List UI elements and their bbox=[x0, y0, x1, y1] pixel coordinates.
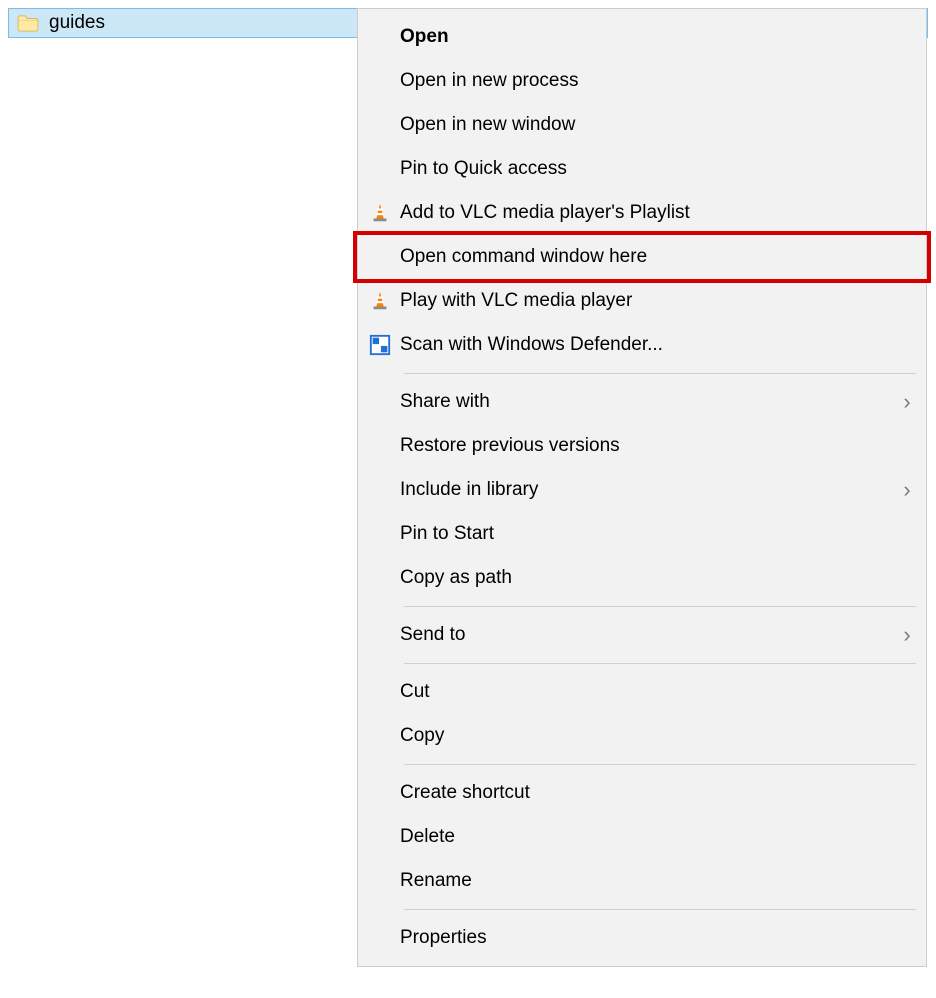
menu-item-label: Rename bbox=[400, 859, 894, 903]
menu-item-label: Open bbox=[400, 15, 894, 59]
menu-item-label: Copy as path bbox=[400, 556, 894, 600]
menu-item-create-shortcut[interactable]: Create shortcut bbox=[360, 771, 924, 815]
context-menu: OpenOpen in new processOpen in new windo… bbox=[357, 8, 927, 967]
menu-item-label: Add to VLC media player's Playlist bbox=[400, 191, 894, 235]
menu-item-pin-to-start[interactable]: Pin to Start bbox=[360, 512, 924, 556]
menu-item-properties[interactable]: Properties bbox=[360, 916, 924, 960]
menu-item-label: Pin to Start bbox=[400, 512, 894, 556]
menu-item-delete[interactable]: Delete bbox=[360, 815, 924, 859]
menu-item-label: Create shortcut bbox=[400, 771, 894, 815]
menu-item-copy-as-path[interactable]: Copy as path bbox=[360, 556, 924, 600]
menu-item-label: Open command window here bbox=[400, 235, 894, 279]
menu-item-open-in-new-window[interactable]: Open in new window bbox=[360, 103, 924, 147]
menu-item-label: Share with bbox=[400, 380, 894, 424]
menu-item-scan-with-windows-defender[interactable]: Scan with Windows Defender... bbox=[360, 323, 924, 367]
menu-item-label: Pin to Quick access bbox=[400, 147, 894, 191]
vlc-icon bbox=[360, 290, 400, 312]
menu-item-label: Open in new process bbox=[400, 59, 894, 103]
vlc-icon bbox=[360, 202, 400, 224]
menu-item-open[interactable]: Open bbox=[360, 15, 924, 59]
folder-name: guides bbox=[49, 12, 105, 34]
submenu-chevron-icon: › bbox=[894, 613, 924, 657]
folder-icon bbox=[17, 14, 39, 32]
menu-item-open-command-window-here[interactable]: Open command window here bbox=[360, 235, 924, 279]
menu-item-copy[interactable]: Copy bbox=[360, 714, 924, 758]
menu-item-label: Properties bbox=[400, 916, 894, 960]
menu-item-label: Restore previous versions bbox=[400, 424, 894, 468]
menu-item-label: Copy bbox=[400, 714, 894, 758]
menu-item-label: Open in new window bbox=[400, 103, 894, 147]
menu-item-send-to[interactable]: Send to› bbox=[360, 613, 924, 657]
defender-icon bbox=[360, 334, 400, 356]
menu-separator bbox=[404, 909, 916, 910]
menu-item-play-with-vlc-media-player[interactable]: Play with VLC media player bbox=[360, 279, 924, 323]
submenu-chevron-icon: › bbox=[894, 468, 924, 512]
menu-separator bbox=[404, 663, 916, 664]
menu-separator bbox=[404, 764, 916, 765]
menu-item-label: Cut bbox=[400, 670, 894, 714]
menu-item-label: Play with VLC media player bbox=[400, 279, 894, 323]
menu-separator bbox=[404, 373, 916, 374]
menu-item-label: Include in library bbox=[400, 468, 894, 512]
menu-item-pin-to-quick-access[interactable]: Pin to Quick access bbox=[360, 147, 924, 191]
menu-item-share-with[interactable]: Share with› bbox=[360, 380, 924, 424]
menu-item-restore-previous-versions[interactable]: Restore previous versions bbox=[360, 424, 924, 468]
menu-item-include-in-library[interactable]: Include in library› bbox=[360, 468, 924, 512]
menu-item-label: Send to bbox=[400, 613, 894, 657]
menu-item-rename[interactable]: Rename bbox=[360, 859, 924, 903]
submenu-chevron-icon: › bbox=[894, 380, 924, 424]
menu-item-cut[interactable]: Cut bbox=[360, 670, 924, 714]
menu-separator bbox=[404, 606, 916, 607]
menu-item-add-to-vlc-media-player-s-playlist[interactable]: Add to VLC media player's Playlist bbox=[360, 191, 924, 235]
menu-item-label: Delete bbox=[400, 815, 894, 859]
menu-item-open-in-new-process[interactable]: Open in new process bbox=[360, 59, 924, 103]
menu-item-label: Scan with Windows Defender... bbox=[400, 323, 894, 367]
